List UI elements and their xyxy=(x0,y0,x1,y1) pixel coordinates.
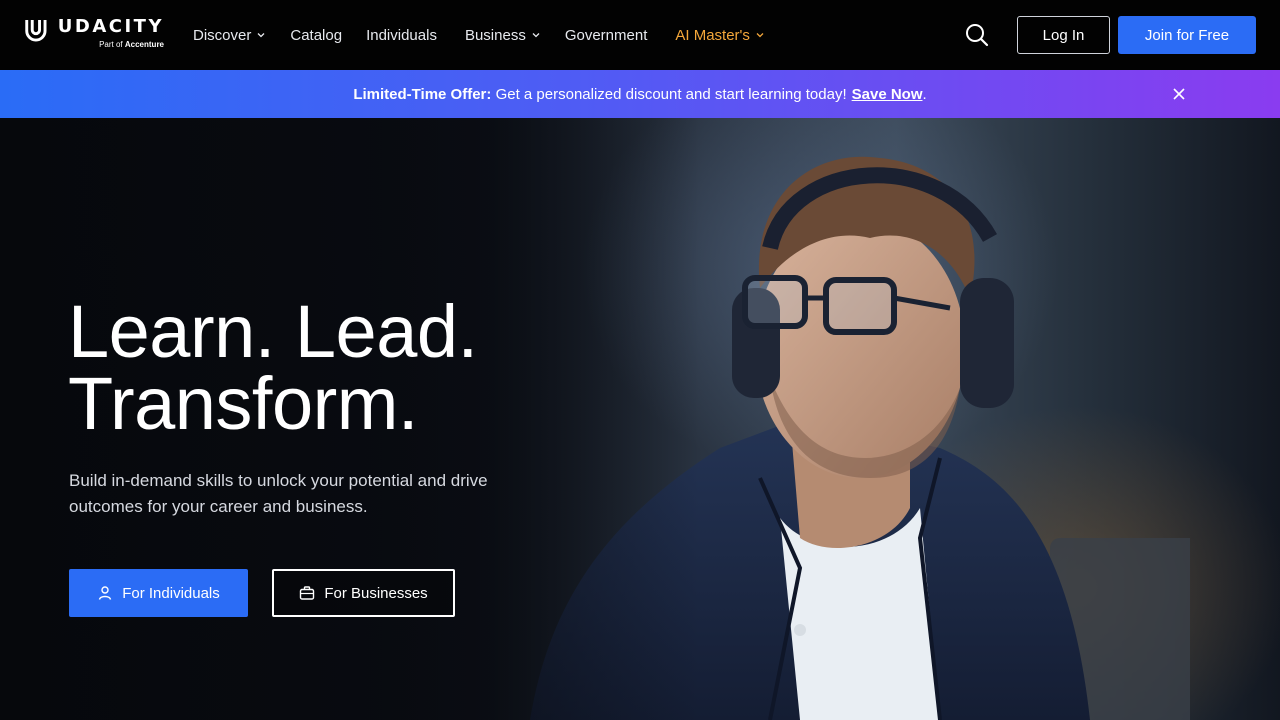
offer-trailing: . xyxy=(922,85,927,103)
user-icon xyxy=(99,586,112,600)
nav-item-ai-masters[interactable]: AI Master's xyxy=(675,27,765,44)
chevron-down-icon xyxy=(756,33,764,38)
nav-item-discover[interactable]: Discover xyxy=(193,27,266,44)
hero-title: Learn. Lead. Transform. xyxy=(68,290,478,445)
save-now-link[interactable]: Save Now xyxy=(852,86,923,103)
brand-name: UDACITY xyxy=(57,16,164,37)
close-icon[interactable] xyxy=(1171,86,1187,102)
briefcase-icon xyxy=(300,586,315,600)
top-navigation: UDACITY Part of Accenture Discover Catal… xyxy=(0,0,1280,70)
nav-item-catalog[interactable]: Catalog xyxy=(290,27,342,44)
nav-item-individuals[interactable]: Individuals xyxy=(366,27,437,44)
chevron-down-icon xyxy=(532,33,540,38)
promo-banner: Limited-Time Offer: Get a personalized d… xyxy=(0,70,1280,118)
chevron-down-icon xyxy=(257,33,265,38)
for-individuals-button[interactable]: For Individuals xyxy=(69,569,248,617)
main-menu: Discover Catalog Individuals Business Go… xyxy=(193,0,789,70)
nav-item-business[interactable]: Business xyxy=(465,27,541,44)
join-for-free-button[interactable]: Join for Free xyxy=(1118,16,1256,54)
hero-subtitle: Build in-demand skills to unlock your po… xyxy=(69,471,488,516)
udacity-logo[interactable]: UDACITY Part of Accenture xyxy=(24,16,164,54)
login-button[interactable]: Log In xyxy=(1017,16,1110,54)
hero-section: Learn. Lead. Transform. Build in-demand … xyxy=(0,118,1280,720)
udacity-logo-icon xyxy=(25,19,47,42)
offer-text: Get a personalized discount and start le… xyxy=(495,85,847,103)
nav-item-government[interactable]: Government xyxy=(565,27,648,44)
offer-label: Limited-Time Offer: xyxy=(353,85,492,103)
search-icon[interactable] xyxy=(963,21,991,49)
brand-subtitle: Part of Accenture xyxy=(99,40,164,49)
for-businesses-button[interactable]: For Businesses xyxy=(272,569,455,617)
